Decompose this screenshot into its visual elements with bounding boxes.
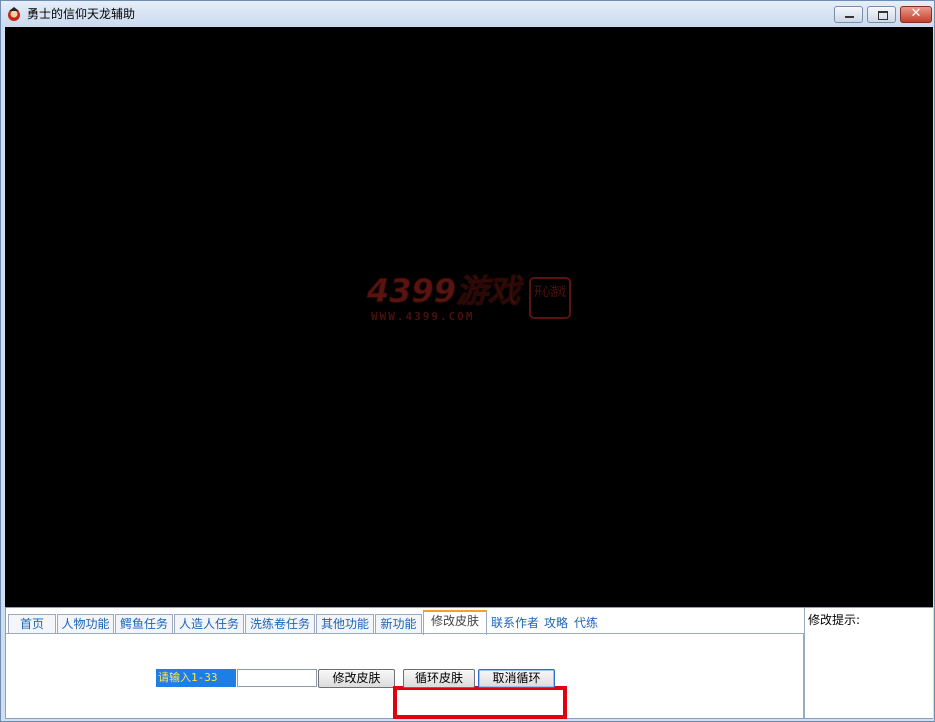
cancel-loop-button[interactable]: 取消循环 [478,669,555,688]
svg-text:4399游戏: 4399游戏 [366,272,524,310]
tab-contact-author[interactable]: 联系作者 [487,614,543,634]
tab-bar: 首页 人物功能 鳄鱼任务 人造人任务 洗练卷任务 其他功能 新功能 修改皮肤 联… [6,610,804,635]
skin-number-input[interactable] [237,669,317,687]
app-icon [8,7,20,21]
hint-label: 修改提示: [808,613,861,627]
logo-seal: 开心游戏 [534,285,566,300]
highlight-box [393,686,567,719]
tab-new-functions[interactable]: 新功能 [375,614,422,634]
tab-leveling-service[interactable]: 代练 [572,614,600,634]
maximize-button[interactable] [867,6,896,23]
close-icon: ✕ [910,6,922,21]
tab-guide[interactable]: 攻略 [542,614,570,634]
tab-other-functions[interactable]: 其他功能 [316,614,374,634]
minimize-button[interactable] [834,6,863,23]
modify-skin-button[interactable]: 修改皮肤 [318,669,395,688]
skin-number-prompt[interactable]: 请输入1-33 [156,669,236,687]
window-title: 勇士的信仰天龙辅助 [27,7,136,21]
4399-logo: 4399游戏 WWW.4399.COM 开心游戏 [366,272,571,323]
tab-android-quest[interactable]: 人造人任务 [174,614,244,634]
tab-character[interactable]: 人物功能 [57,614,114,634]
control-panel: 首页 人物功能 鳄鱼任务 人造人任务 洗练卷任务 其他功能 新功能 修改皮肤 联… [5,607,933,719]
tab-refine-scroll-quest[interactable]: 洗练卷任务 [245,614,315,634]
game-viewport[interactable]: 4399游戏 WWW.4399.COM 开心游戏 [5,27,933,607]
app-window: 勇士的信仰天龙辅助 ✕ 4399游戏 WWW.4399.COM 开心游戏 首页 … [0,0,935,722]
hint-box[interactable]: 修改提示: [804,608,933,718]
title-bar[interactable]: 勇士的信仰天龙辅助 ✕ [1,1,934,27]
tab-crocodile-quest[interactable]: 鳄鱼任务 [115,614,173,634]
tab-home[interactable]: 首页 [8,614,56,634]
close-button[interactable]: ✕ [900,6,932,23]
skin-panel: 请输入1-33 修改皮肤 循环皮肤 取消循环 [6,633,804,719]
loop-skin-button[interactable]: 循环皮肤 [403,669,475,688]
svg-text:WWW.4399.COM: WWW.4399.COM [371,310,474,323]
tab-modify-skin[interactable]: 修改皮肤 [423,610,487,635]
